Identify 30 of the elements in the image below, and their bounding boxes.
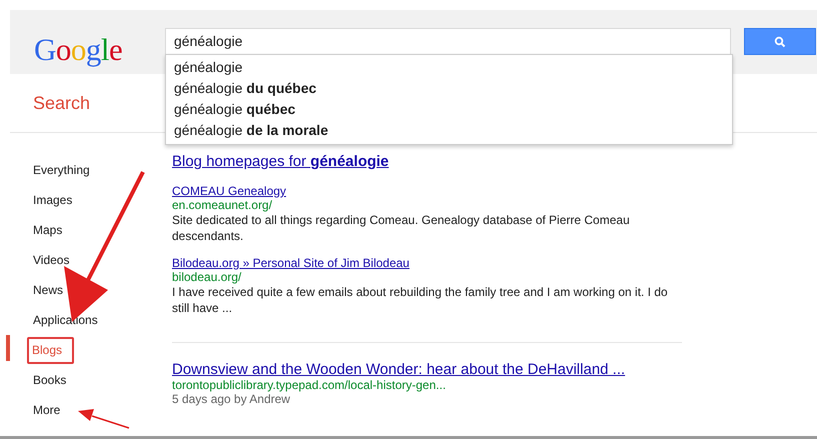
suggestion-item[interactable]: généalogie de la morale	[166, 120, 732, 141]
sidebar-item[interactable]: More	[33, 403, 60, 418]
search-title: Search	[33, 92, 90, 114]
search-button[interactable]	[744, 28, 816, 55]
result-url: bilodeau.org/	[172, 270, 242, 284]
result-heading-link[interactable]: Blog homepages for généalogie	[172, 153, 389, 170]
sidebar-item[interactable]: Videos	[33, 253, 70, 268]
sidebar-item[interactable]: Images	[33, 193, 72, 208]
result-meta: 5 days ago by Andrew	[172, 392, 290, 406]
arrow-annotation	[78, 409, 130, 429]
search-field[interactable]: généalogie	[165, 28, 731, 55]
sidebar-item[interactable]: Books	[33, 373, 66, 388]
suggestion-item[interactable]: généalogie québec	[166, 99, 732, 120]
result-url: en.comeaunet.org/	[172, 198, 272, 212]
result-snippet: I have received quite a few emails about rebuilding the family tree and I am working on it. I do still have ...	[172, 284, 669, 316]
search-icon	[774, 36, 786, 48]
logo[interactable]: Google	[34, 32, 165, 68]
sidebar-item[interactable]: Maps	[33, 223, 62, 238]
result-title-link[interactable]: Downsview and the Wooden Wonder: hear about the DeHavilland ...	[172, 361, 626, 378]
sidebar-item[interactable]: Everything	[33, 163, 90, 178]
selection-bar	[6, 335, 10, 361]
sidebar-item[interactable]: Blogs	[27, 337, 74, 364]
result-snippet: Site dedicated to all things regarding Comeau. Genealogy database of Pierre Comeau descendants.	[172, 212, 631, 244]
suggestion-item[interactable]: généalogie du québec	[166, 78, 732, 99]
result-url: torontopubliclibrary.typepad.com/local-history-gen...	[172, 378, 446, 392]
suggestion-item[interactable]: généalogie	[166, 57, 732, 78]
sidebar-item[interactable]: News	[33, 283, 64, 298]
sidebar-item[interactable]: Applications	[33, 313, 98, 328]
result-title-link[interactable]: COMEAU Genealogy	[172, 184, 286, 198]
result-title-link[interactable]: Bilodeau.org » Personal Site of Jim Bilodeau	[172, 256, 410, 270]
